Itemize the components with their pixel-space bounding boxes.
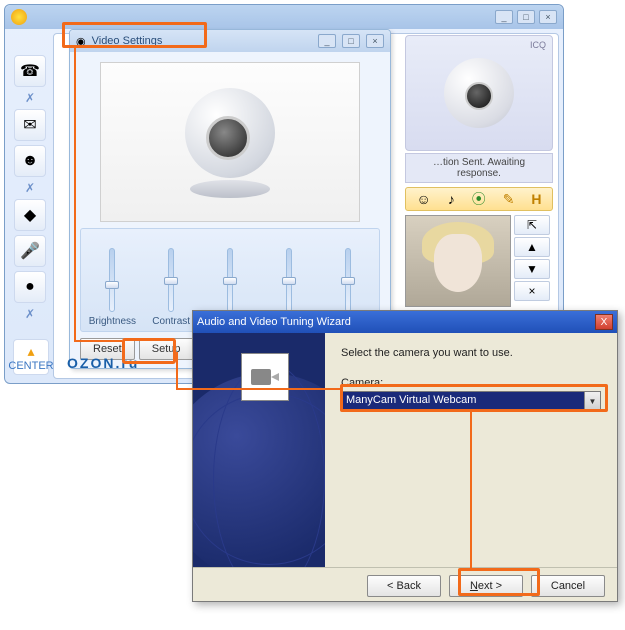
- wizard-footer: < Back Next > Cancel: [193, 567, 617, 603]
- slider-contrast-track[interactable]: [168, 248, 174, 312]
- center-button[interactable]: ▴ CENTER: [13, 339, 49, 375]
- audio-icon[interactable]: ♪: [448, 191, 455, 207]
- tool-webcam-icon[interactable]: ●: [14, 271, 46, 303]
- app-titlebar[interactable]: _ □ ×: [5, 5, 563, 29]
- wizard-sidebar: [193, 333, 325, 567]
- scroll-down-button[interactable]: ▼: [514, 259, 550, 279]
- camera-icon: [444, 58, 514, 128]
- right-panel: ICQ …tion Sent. Awaiting response. ☺ ♪ ⦿…: [405, 35, 553, 345]
- slider-label: Brightness: [89, 316, 136, 327]
- tool-webcam-person-icon: ✗: [14, 307, 46, 321]
- tool-phone-person-icon: ✗: [14, 91, 46, 105]
- slider-thumb[interactable]: [282, 277, 296, 285]
- camera-combobox-value: ManyCam Virtual Webcam: [342, 392, 584, 410]
- tool-notify-icon[interactable]: ◆: [14, 199, 46, 231]
- camera-combobox[interactable]: ManyCam Virtual Webcam ▼: [341, 391, 601, 411]
- icq-camera-preview: ICQ: [405, 35, 553, 151]
- wizard-titlebar[interactable]: Audio and Video Tuning Wizard X: [193, 311, 617, 333]
- slider-contrast: Contrast: [146, 248, 196, 327]
- tool-games-person-icon: ✗: [14, 181, 46, 195]
- invitation-status: …tion Sent. Awaiting response.: [405, 153, 553, 183]
- vs-close-button[interactable]: ×: [366, 34, 384, 48]
- tool-games-icon[interactable]: ☻: [14, 145, 46, 177]
- slider-color-track[interactable]: [227, 248, 233, 312]
- slider-brightness: Brightness: [87, 248, 137, 327]
- expand-button[interactable]: ⇱: [514, 215, 550, 235]
- setup-button[interactable]: Setup: [139, 338, 194, 360]
- camera-sidebar-icon: [241, 353, 289, 401]
- wizard-content: Select the camera you want to use. Camer…: [325, 333, 617, 567]
- contact-photo[interactable]: [405, 215, 511, 307]
- wizard-instruction: Select the camera you want to use.: [341, 347, 601, 359]
- wizard-close-button[interactable]: X: [595, 314, 613, 330]
- history-icon[interactable]: H: [531, 191, 541, 207]
- slider-sharpness-track[interactable]: [286, 248, 292, 312]
- cancel-button[interactable]: Cancel: [531, 575, 605, 597]
- tuning-wizard-dialog: Audio and Video Tuning Wizard X Select t…: [192, 310, 618, 602]
- minimize-button[interactable]: _: [495, 10, 513, 24]
- tool-phone-icon[interactable]: ☎: [14, 55, 46, 87]
- smile-icon[interactable]: ☺: [416, 191, 430, 207]
- slider-label: Contrast: [152, 316, 190, 327]
- back-button[interactable]: < Back: [367, 575, 441, 597]
- wizard-title: Audio and Video Tuning Wizard: [197, 316, 351, 328]
- camera-preview: [100, 62, 360, 222]
- video-settings-titlebar[interactable]: ◉ Video Settings _ □ ×: [70, 30, 390, 52]
- slider-thumb[interactable]: [105, 281, 119, 289]
- tool-messages-icon[interactable]: ✉: [14, 109, 46, 141]
- tool-mic-icon[interactable]: 🎤: [14, 235, 46, 267]
- next-button[interactable]: Next >: [449, 575, 523, 597]
- scroll-up-button[interactable]: ▲: [514, 237, 550, 257]
- icq-label: ICQ: [530, 40, 546, 50]
- chevron-down-icon[interactable]: ▼: [584, 392, 600, 410]
- camera-field-label: Camera:: [341, 377, 601, 389]
- slider-thumb[interactable]: [341, 277, 355, 285]
- slider-backlight-track[interactable]: [345, 248, 351, 312]
- shapes-icon[interactable]: ⦿: [472, 189, 486, 209]
- thumb-controls: ⇱ ▲ ▼ ×: [514, 215, 550, 307]
- text-icon[interactable]: ✎: [503, 191, 515, 208]
- vs-maximize-button[interactable]: □: [342, 34, 360, 48]
- vs-minimize-button[interactable]: _: [318, 34, 336, 48]
- center-label: CENTER: [8, 360, 53, 372]
- ozon-logo[interactable]: OZON.ru: [67, 351, 139, 375]
- slider-brightness-track[interactable]: [109, 248, 115, 312]
- webcam-icon: ◉: [76, 35, 86, 48]
- video-settings-title: Video Settings: [92, 35, 163, 47]
- maximize-button[interactable]: □: [517, 10, 535, 24]
- left-toolbar: ☎ ✗ ✉ ☻ ✗ ◆ 🎤 ● ✗: [11, 55, 49, 333]
- center-person-icon: ▴: [27, 343, 34, 360]
- globe-icon: [193, 373, 325, 567]
- slider-thumb[interactable]: [223, 277, 237, 285]
- close-button[interactable]: ×: [539, 10, 557, 24]
- slider-thumb[interactable]: [164, 277, 178, 285]
- app-logo-icon: [11, 9, 27, 25]
- icon-toolbar: ☺ ♪ ⦿ ✎ H: [405, 187, 553, 211]
- close-thumb-button[interactable]: ×: [514, 281, 550, 301]
- camera-illustration: [170, 82, 290, 202]
